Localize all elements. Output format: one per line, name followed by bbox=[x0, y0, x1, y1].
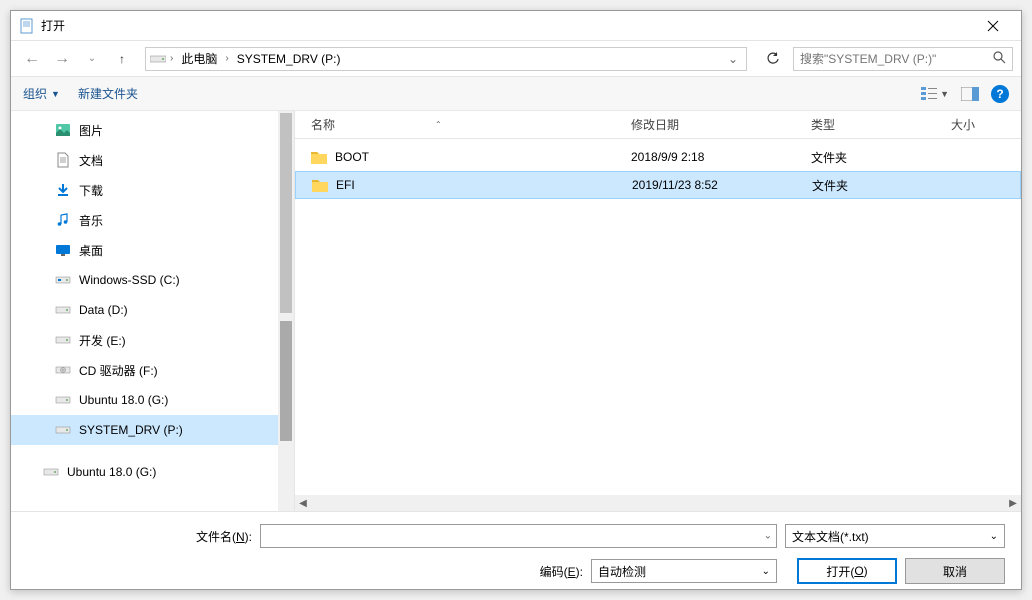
window-title: 打开 bbox=[41, 17, 65, 34]
sidebar: 图片 文档 下载 音乐 桌面 bbox=[11, 111, 295, 511]
sidebar-item-downloads[interactable]: 下载 bbox=[11, 175, 294, 205]
search-input[interactable] bbox=[800, 52, 993, 66]
toolbar-left: 组织 ▼ 新建文件夹 bbox=[23, 85, 138, 102]
desktop-icon bbox=[55, 242, 71, 258]
close-button[interactable] bbox=[973, 12, 1013, 40]
nav-back-button[interactable]: ← bbox=[19, 46, 45, 72]
column-header-date[interactable]: 修改日期 bbox=[631, 116, 811, 133]
view-mode-button[interactable]: ▼ bbox=[921, 87, 949, 101]
chevron-down-icon[interactable]: ⌄ bbox=[764, 531, 772, 542]
breadcrumb-current[interactable]: SYSTEM_DRV (P:) bbox=[233, 50, 345, 68]
scrollbar-thumb[interactable] bbox=[280, 321, 292, 441]
sidebar-item-drive-p[interactable]: SYSTEM_DRV (P:) bbox=[11, 415, 294, 445]
drive-icon bbox=[55, 332, 71, 348]
sidebar-item-pictures[interactable]: 图片 bbox=[11, 115, 294, 145]
open-button[interactable]: 打开(O) bbox=[797, 558, 897, 584]
scroll-left-icon[interactable]: ◀ bbox=[295, 495, 311, 511]
nav-forward-button[interactable]: → bbox=[49, 46, 75, 72]
breadcrumb-root[interactable]: 此电脑 bbox=[177, 48, 221, 69]
chevron-down-icon: ▼ bbox=[51, 89, 60, 99]
organize-button[interactable]: 组织 ▼ bbox=[23, 85, 60, 102]
refresh-icon bbox=[766, 52, 780, 66]
folder-icon bbox=[312, 178, 328, 192]
filter-select[interactable]: 文本文档(*.txt) ⌄ bbox=[785, 524, 1005, 548]
breadcrumb: › 此电脑 › SYSTEM_DRV (P:) bbox=[170, 48, 724, 69]
drive-icon bbox=[55, 392, 71, 408]
view-details-icon bbox=[921, 87, 937, 101]
column-header-type[interactable]: 类型 bbox=[811, 116, 951, 133]
refresh-button[interactable] bbox=[761, 47, 785, 71]
filename-row: 文件名(N): ⌄ 文本文档(*.txt) ⌄ bbox=[27, 524, 1005, 548]
close-icon bbox=[987, 20, 999, 32]
drive-icon bbox=[55, 302, 71, 318]
nav-recent-dropdown[interactable]: ⌄ bbox=[79, 46, 105, 72]
sidebar-item-drive-d[interactable]: Data (D:) bbox=[11, 295, 294, 325]
file-list: BOOT 2018/9/9 2:18 文件夹 EFI 2019/11/23 8:… bbox=[295, 139, 1021, 495]
nav-up-button[interactable]: ↑ bbox=[109, 46, 135, 72]
encoding-label: 编码(E): bbox=[540, 563, 583, 580]
sidebar-item-documents[interactable]: 文档 bbox=[11, 145, 294, 175]
folder-tree: 图片 文档 下载 音乐 桌面 bbox=[11, 111, 294, 491]
notepad-icon bbox=[19, 18, 35, 34]
new-folder-button[interactable]: 新建文件夹 bbox=[78, 85, 138, 102]
toolbar: 组织 ▼ 新建文件夹 ▼ ? bbox=[11, 77, 1021, 111]
music-icon bbox=[55, 212, 71, 228]
sort-ascending-icon: ⌃ bbox=[435, 120, 442, 129]
main-area: 图片 文档 下载 音乐 桌面 bbox=[11, 111, 1021, 511]
scrollbar-track[interactable] bbox=[327, 497, 989, 509]
downloads-icon bbox=[55, 182, 71, 198]
file-content-area: 名称 ⌃ 修改日期 类型 大小 BOOT 2018/9/9 2:18 文件夹 bbox=[295, 111, 1021, 511]
action-buttons: 打开(O) 取消 bbox=[797, 558, 1005, 584]
sidebar-item-music[interactable]: 音乐 bbox=[11, 205, 294, 235]
horizontal-scrollbar[interactable]: ◀ ▶ bbox=[295, 495, 1021, 511]
help-button[interactable]: ? bbox=[991, 85, 1009, 103]
search-icon[interactable] bbox=[993, 51, 1006, 67]
pictures-icon bbox=[55, 122, 71, 138]
navbar: ← → ⌄ ↑ › 此电脑 › SYSTEM_DRV (P:) ⌄ bbox=[11, 41, 1021, 77]
search-box[interactable] bbox=[793, 47, 1013, 71]
drive-icon bbox=[150, 54, 166, 64]
cancel-button[interactable]: 取消 bbox=[905, 558, 1005, 584]
drive-icon bbox=[55, 422, 71, 438]
sidebar-item-drive-g2[interactable]: Ubuntu 18.0 (G:) bbox=[11, 457, 294, 487]
file-row[interactable]: EFI 2019/11/23 8:52 文件夹 bbox=[295, 171, 1021, 199]
file-row[interactable]: BOOT 2018/9/9 2:18 文件夹 bbox=[295, 143, 1021, 171]
open-dialog: 打开 ← → ⌄ ↑ › 此电脑 › SYSTEM_DRV (P:) ⌄ bbox=[10, 10, 1022, 590]
chevron-down-icon: ▼ bbox=[940, 89, 949, 99]
column-header-size[interactable]: 大小 bbox=[951, 116, 1021, 133]
sidebar-item-desktop[interactable]: 桌面 bbox=[11, 235, 294, 265]
sidebar-item-drive-f[interactable]: CD 驱动器 (F:) bbox=[11, 355, 294, 385]
chevron-right-icon[interactable]: › bbox=[225, 53, 228, 64]
drive-cd-icon bbox=[55, 362, 71, 378]
chevron-right-icon[interactable]: › bbox=[170, 53, 173, 64]
sidebar-item-drive-g[interactable]: Ubuntu 18.0 (G:) bbox=[11, 385, 294, 415]
encoding-row: 编码(E): 自动检测 ⌄ 打开(O) 取消 bbox=[27, 558, 1005, 584]
titlebar-left: 打开 bbox=[19, 17, 65, 34]
preview-pane-button[interactable] bbox=[961, 87, 979, 101]
column-header-name[interactable]: 名称 ⌃ bbox=[311, 116, 631, 133]
scroll-right-icon[interactable]: ▶ bbox=[1005, 495, 1021, 511]
chevron-down-icon: ⌄ bbox=[762, 566, 770, 577]
titlebar: 打开 bbox=[11, 11, 1021, 41]
filename-label: 文件名(N): bbox=[27, 528, 252, 545]
scrollbar-thumb[interactable] bbox=[280, 113, 292, 313]
preview-pane-icon bbox=[961, 87, 979, 101]
sidebar-item-drive-e[interactable]: 开发 (E:) bbox=[11, 325, 294, 355]
encoding-select[interactable]: 自动检测 ⌄ bbox=[591, 559, 777, 583]
address-bar[interactable]: › 此电脑 › SYSTEM_DRV (P:) ⌄ bbox=[145, 47, 747, 71]
address-dropdown[interactable]: ⌄ bbox=[724, 52, 742, 66]
chevron-down-icon: ⌄ bbox=[990, 531, 998, 542]
drive-icon bbox=[43, 464, 59, 480]
column-headers: 名称 ⌃ 修改日期 类型 大小 bbox=[295, 111, 1021, 139]
sidebar-item-drive-c[interactable]: Windows-SSD (C:) bbox=[11, 265, 294, 295]
documents-icon bbox=[55, 152, 71, 168]
sidebar-scrollbar[interactable] bbox=[278, 111, 294, 511]
filename-input[interactable]: ⌄ bbox=[260, 524, 777, 548]
bottom-panel: 文件名(N): ⌄ 文本文档(*.txt) ⌄ 编码(E): 自动检测 ⌄ 打开… bbox=[11, 511, 1021, 596]
folder-icon bbox=[311, 150, 327, 164]
toolbar-right: ▼ ? bbox=[921, 85, 1009, 103]
drive-ssd-icon bbox=[55, 272, 71, 288]
